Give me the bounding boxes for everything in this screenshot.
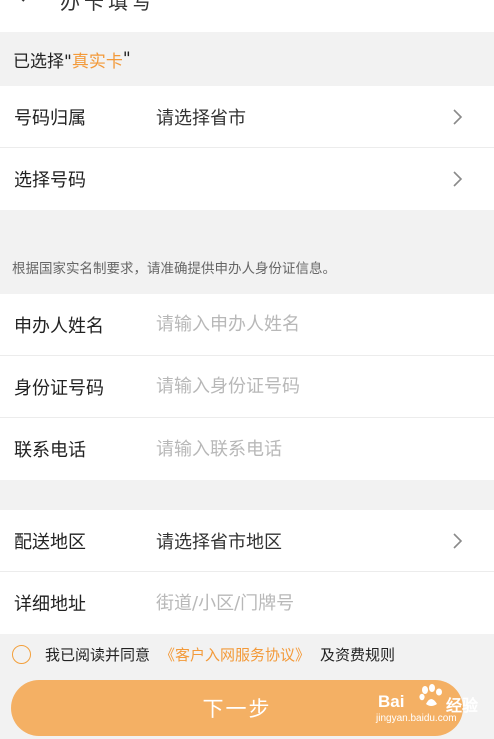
applicant-name-input[interactable] bbox=[156, 314, 456, 335]
detail-address-row: 详细地址 bbox=[0, 572, 494, 634]
agreement-prefix: 我已阅读并同意 bbox=[45, 645, 151, 664]
address-group: 配送地区 请选择省市地区 详细地址 bbox=[0, 510, 494, 634]
watermark-brand: Bai bbox=[378, 692, 405, 711]
selected-card-banner: 已选择" 真实卡 " bbox=[0, 32, 494, 86]
top-bar: 办卡填写 bbox=[0, 0, 494, 32]
delivery-area-row[interactable]: 配送地区 请选择省市地区 bbox=[0, 510, 494, 572]
selected-card-name: 真实卡 bbox=[71, 51, 123, 72]
paw-icon bbox=[418, 684, 444, 708]
selected-prefix: 已选择" bbox=[13, 51, 72, 72]
id-number-input[interactable] bbox=[156, 376, 456, 397]
page-title: 办卡填写 bbox=[60, 0, 156, 14]
number-group: 号码归属 请选择省市 选择号码 bbox=[0, 86, 494, 210]
selected-suffix: " bbox=[122, 49, 131, 69]
service-agreement-link[interactable]: 《客户入网服务协议》 bbox=[160, 644, 310, 665]
watermark-url: jingyan.baidu.com bbox=[376, 713, 457, 724]
number-region-value: 请选择省市 bbox=[156, 107, 246, 129]
applicant-name-row: 申办人姓名 bbox=[0, 294, 494, 356]
number-region-label: 号码归属 bbox=[14, 107, 86, 129]
baidu-watermark: Bai 经验 jingyan.baidu.com bbox=[372, 684, 490, 728]
chevron-right-icon bbox=[452, 108, 464, 126]
phone-label: 联系电话 bbox=[14, 440, 86, 461]
select-number-label: 选择号码 bbox=[14, 170, 86, 191]
id-notice: 根据国家实名制要求，请准确提供申办人身份证信息。 bbox=[12, 260, 336, 277]
chevron-right-icon bbox=[452, 532, 464, 550]
detail-address-label: 详细地址 bbox=[14, 594, 86, 615]
select-number-row[interactable]: 选择号码 bbox=[0, 148, 494, 210]
phone-row: 联系电话 bbox=[0, 418, 494, 480]
identity-group: 申办人姓名 身份证号码 联系电话 bbox=[0, 294, 494, 480]
agree-radio[interactable] bbox=[12, 644, 31, 664]
delivery-area-value: 请选择省市地区 bbox=[156, 531, 282, 553]
id-number-row: 身份证号码 bbox=[0, 356, 494, 418]
back-arrow-icon[interactable] bbox=[10, 0, 32, 4]
agreement-row: 我已阅读并同意 《客户入网服务协议》 及资费规则 bbox=[0, 636, 494, 672]
id-number-label: 身份证号码 bbox=[14, 377, 104, 399]
detail-address-input[interactable] bbox=[156, 592, 456, 614]
applicant-name-label: 申办人姓名 bbox=[14, 315, 104, 337]
number-region-row[interactable]: 号码归属 请选择省市 bbox=[0, 86, 494, 148]
agreement-suffix: 及资费规则 bbox=[320, 645, 396, 664]
delivery-area-label: 配送地区 bbox=[14, 531, 86, 553]
phone-input[interactable] bbox=[156, 438, 456, 460]
chevron-right-icon bbox=[452, 170, 464, 188]
